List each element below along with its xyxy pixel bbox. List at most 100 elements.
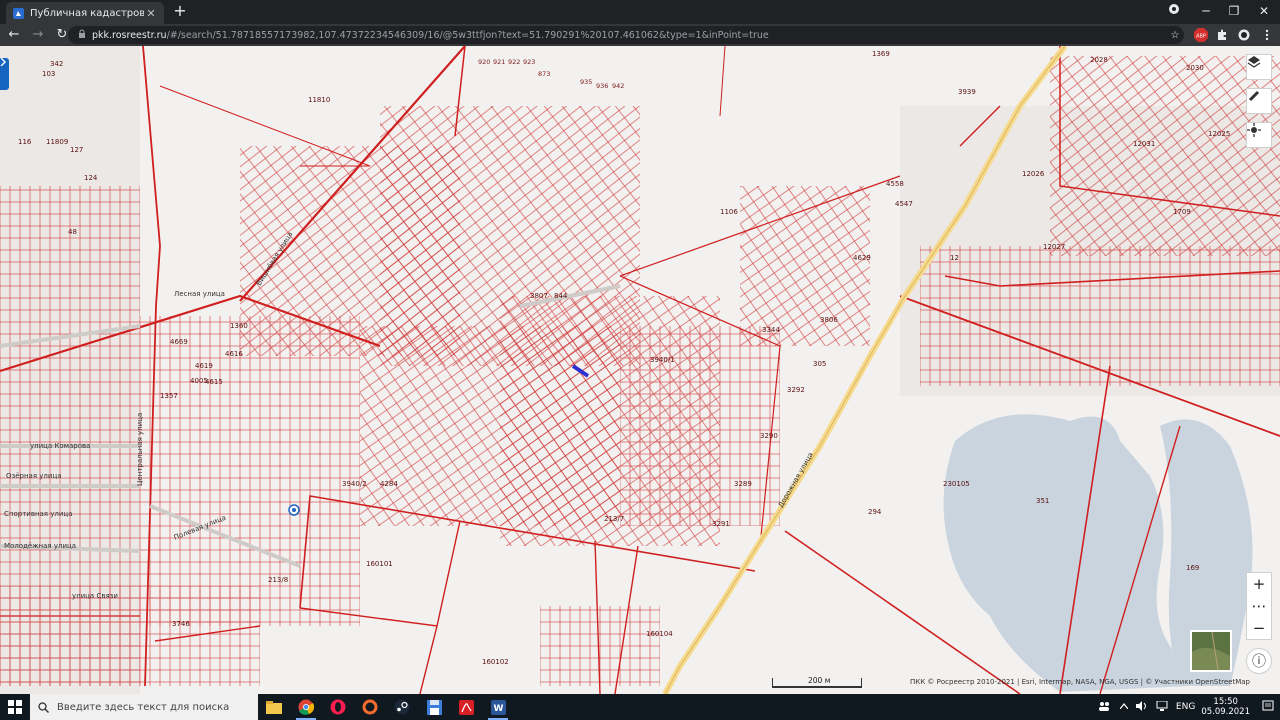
map-canvas[interactable]: 920 921 922 923 873 935 936 942 1369 393… xyxy=(0,46,1280,694)
url-host: pkk.rosreestr.ru xyxy=(92,29,167,41)
zoom-controls: + ⋯ − xyxy=(1246,572,1272,640)
network-icon[interactable] xyxy=(1156,700,1168,714)
parcel-label: 230105 xyxy=(943,480,970,488)
taskbar-clock[interactable]: 15:50 05.09.2021 xyxy=(1201,697,1250,717)
new-tab-button[interactable]: + xyxy=(172,3,188,19)
windows-taskbar: Введите здесь текст для поиска W ENG 15:… xyxy=(0,694,1280,720)
bookmark-star-icon[interactable]: ☆ xyxy=(1167,27,1183,43)
map-attribution: ПКК © Росреестр 2010-2021 | Esri, Interm… xyxy=(910,678,1250,686)
save-disk-icon[interactable] xyxy=(418,694,450,720)
opera-gx-icon[interactable] xyxy=(322,694,354,720)
file-explorer-icon[interactable] xyxy=(258,694,290,720)
zoom-in-button[interactable]: + xyxy=(1247,573,1271,595)
info-icon[interactable]: ⓘ xyxy=(1246,648,1272,674)
parcel-label: 922 xyxy=(508,58,520,66)
parcel-label: 160102 xyxy=(482,658,509,666)
ruler-measure-icon[interactable] xyxy=(1246,88,1272,114)
street-label: Молодёжная улица xyxy=(4,542,76,550)
parcel-label: 4629 xyxy=(853,254,871,262)
street-label: Лесная улица xyxy=(174,290,225,298)
taskbar-search-input[interactable]: Введите здесь текст для поиска xyxy=(30,694,258,720)
sidebar-toggle-button[interactable] xyxy=(0,58,9,90)
parcel-label: 920 xyxy=(478,58,490,66)
parcel-label: 2028 xyxy=(1090,56,1108,64)
search-icon xyxy=(38,701,49,713)
parcel-label: 12026 xyxy=(1022,170,1045,178)
parcel-label: 4547 xyxy=(895,200,913,208)
chrome-icon[interactable] xyxy=(290,694,322,720)
parcel-label: 921 xyxy=(493,58,505,66)
parcel-label: 160104 xyxy=(646,630,673,638)
system-tray: ENG 15:50 05.09.2021 xyxy=(1098,694,1280,720)
clock-time: 15:50 xyxy=(1213,697,1238,707)
language-indicator[interactable]: ENG xyxy=(1176,702,1195,712)
parcel-label: 935 xyxy=(580,78,592,86)
zoom-out-button[interactable]: − xyxy=(1247,617,1271,639)
locate-crosshair-icon[interactable] xyxy=(1246,122,1272,148)
browser-tab[interactable]: Публичная кадастровая карта ✕ xyxy=(6,2,164,24)
address-bar[interactable]: pkk.rosreestr.ru /#/search/51.7871855717… xyxy=(68,26,1184,44)
parcel-label: 213/8 xyxy=(268,576,288,584)
parcel-label: 12031 xyxy=(1133,140,1155,148)
parcel-label: 127 xyxy=(70,146,83,154)
parcel-label: 3290 xyxy=(760,432,778,440)
maximize-button[interactable]: ❐ xyxy=(1220,2,1248,20)
parcel-label: 12025 xyxy=(1208,130,1230,138)
word-icon[interactable]: W xyxy=(482,694,514,720)
street-label: Центральная улица xyxy=(136,413,144,486)
parcel-label: 2030 xyxy=(1186,64,1204,72)
parcel-label: 11809 xyxy=(46,138,68,146)
window-close-button[interactable]: ✕ xyxy=(1250,2,1278,20)
adblock-label: ABP xyxy=(1196,34,1206,40)
parcel-label: 1357 xyxy=(160,392,178,400)
parcel-label: 103 xyxy=(42,70,55,78)
tray-chevron-up-icon[interactable] xyxy=(1119,702,1129,712)
parcel-label: 1360 xyxy=(230,322,248,330)
back-button[interactable]: ← xyxy=(4,25,24,45)
location-pin-icon[interactable] xyxy=(288,504,300,516)
satellite-minimap-thumbnail[interactable] xyxy=(1190,630,1232,672)
notifications-icon[interactable] xyxy=(1262,700,1274,715)
tray-people-icon[interactable] xyxy=(1098,701,1110,714)
url-path: /#/search/51.78718557173982,107.47372234… xyxy=(166,29,769,41)
parcel-label: 3940/2 xyxy=(342,480,367,488)
parcel-label: 213/7 xyxy=(604,515,624,523)
parcel-label: 12027 xyxy=(1043,243,1065,251)
parcel-label: 923 xyxy=(523,58,535,66)
parcel-label: 3806 xyxy=(820,316,838,324)
parcel-label: 3746 xyxy=(172,620,190,628)
street-label: Озёрная улица xyxy=(6,472,62,480)
windows-start-icon[interactable] xyxy=(0,694,30,720)
extensions-puzzle-icon[interactable] xyxy=(1214,27,1230,43)
forward-button[interactable]: → xyxy=(28,25,48,45)
cadastral-map[interactable]: 920 921 922 923 873 935 936 942 1369 393… xyxy=(0,46,1280,694)
acrobat-icon[interactable] xyxy=(450,694,482,720)
svg-text:W: W xyxy=(493,704,503,714)
origin-icon[interactable] xyxy=(354,694,386,720)
parcel-label: 4005 xyxy=(190,377,208,385)
parcel-label: 4669 xyxy=(170,338,188,346)
steam-icon[interactable] xyxy=(386,694,418,720)
parcel-label: 4558 xyxy=(886,180,904,188)
parcel-label: 1106 xyxy=(720,208,738,216)
layers-icon[interactable] xyxy=(1246,54,1272,80)
profile-icon[interactable] xyxy=(1160,2,1188,20)
street-label: улица Связи xyxy=(72,592,118,600)
street-label: Дорожная улица xyxy=(777,451,815,509)
tab-close-icon[interactable]: ✕ xyxy=(144,7,158,20)
tab-strip: Публичная кадастровая карта ✕ + ─ ❐ ✕ xyxy=(0,0,1280,24)
parcel-label: 4616 xyxy=(225,350,243,358)
parcel-label: 160101 xyxy=(366,560,393,568)
extension-dark-icon[interactable] xyxy=(1236,27,1252,43)
minimize-button[interactable]: ─ xyxy=(1192,2,1220,20)
parcel-label: 1709 xyxy=(1173,208,1191,216)
parcel-label: 873 xyxy=(538,70,550,78)
parcel-label: 3291 xyxy=(712,520,730,528)
parcel-label: 294 xyxy=(868,508,882,516)
parcel-label: 3940/1 xyxy=(650,356,675,364)
volume-icon[interactable] xyxy=(1135,700,1148,714)
menu-kebab-icon[interactable] xyxy=(1259,27,1275,43)
zoom-more-button[interactable]: ⋯ xyxy=(1247,595,1271,617)
adblock-icon[interactable]: ABP xyxy=(1193,27,1209,43)
parcel-label: 305 xyxy=(813,360,826,368)
